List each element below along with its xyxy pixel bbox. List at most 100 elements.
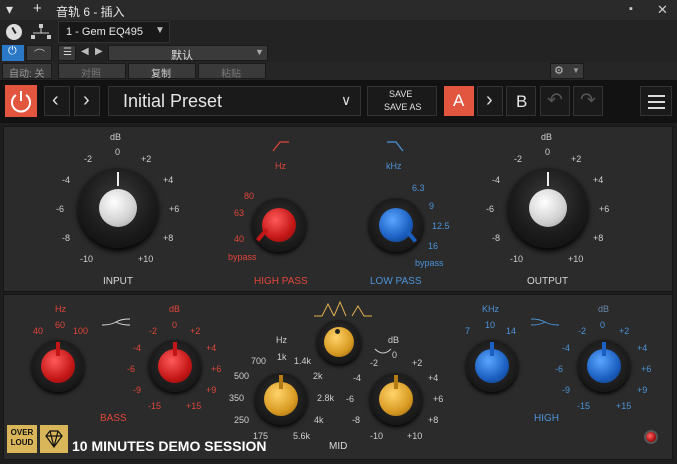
output-label: OUTPUT bbox=[527, 276, 569, 287]
highpass-knob-cap bbox=[262, 208, 296, 242]
lowpass-unit: kHz bbox=[386, 161, 402, 171]
copy-button[interactable]: 复制 bbox=[128, 63, 196, 80]
host-track-bar: 1 - Gem EQ495 ▼ bbox=[0, 20, 677, 44]
high-freq-unit: KHz bbox=[482, 304, 500, 314]
plus-icon[interactable]: + bbox=[33, 0, 42, 17]
demo-session-text: 10 MINUTES DEMO SESSION bbox=[72, 438, 267, 454]
output-knob-pointer bbox=[547, 172, 549, 186]
lowpass-knob[interactable] bbox=[369, 198, 423, 252]
high-gain-unit: dB bbox=[598, 304, 610, 314]
close-icon[interactable]: ✕ bbox=[657, 2, 668, 18]
gem-logo-icon bbox=[40, 425, 68, 453]
chevron-left-icon: ‹ bbox=[52, 89, 59, 111]
undo-icon: ↶ bbox=[547, 90, 563, 111]
mid-label: MID bbox=[329, 441, 348, 452]
mid-q-knob[interactable] bbox=[317, 320, 361, 364]
highpass-unit: Hz bbox=[275, 161, 286, 171]
output-knob[interactable] bbox=[508, 168, 588, 248]
host-preset-bar: ⏻ ⌒ ☰ ◀ ▶ 默认 ▼ bbox=[0, 44, 677, 62]
highpass-curve-icon bbox=[272, 141, 289, 152]
plugin-power-button[interactable] bbox=[5, 85, 37, 117]
mid-freq-unit: Hz bbox=[276, 335, 287, 345]
preset-next-button[interactable]: › bbox=[74, 86, 100, 116]
plugin-menu-button[interactable] bbox=[640, 86, 672, 116]
ab-b-button[interactable]: B bbox=[506, 86, 536, 116]
next-preset-arrow[interactable]: ▶ bbox=[95, 46, 103, 57]
power-button[interactable]: ⏻ bbox=[2, 45, 24, 61]
gear-icon: ⚙ bbox=[554, 65, 564, 77]
plugin-toolbar: ‹ › Initial Preset ∨ SAVE SAVE AS A › B … bbox=[0, 81, 677, 123]
ab-a-button[interactable]: A bbox=[444, 86, 474, 116]
auto-button[interactable]: 自动: 关 bbox=[2, 63, 52, 80]
high-gain-knob-pointer bbox=[602, 342, 606, 356]
overloud-logo: OVER LOUD bbox=[7, 425, 37, 453]
high-label: HIGH bbox=[534, 413, 559, 424]
preset-name-box[interactable]: Initial Preset ∨ bbox=[108, 86, 361, 116]
status-led bbox=[644, 430, 658, 444]
power-icon bbox=[11, 91, 31, 113]
redo-icon: ↷ bbox=[580, 90, 596, 111]
high-freq-knob[interactable] bbox=[466, 340, 518, 392]
insert-icon[interactable] bbox=[6, 24, 22, 40]
preset-selector[interactable]: 默认 ▼ bbox=[108, 45, 268, 62]
bass-label: BASS bbox=[100, 413, 127, 424]
chevron-down-icon: ▼ bbox=[572, 66, 580, 75]
lowpass-curve-icon bbox=[387, 141, 404, 152]
bypass-button[interactable]: ⌒ bbox=[26, 45, 52, 61]
input-knob-cap bbox=[99, 189, 137, 227]
preset-list-button[interactable]: ☰ bbox=[58, 45, 76, 61]
high-gain-knob[interactable] bbox=[578, 340, 630, 392]
ab-copy-button[interactable]: › bbox=[477, 86, 503, 116]
highpass-label: HIGH PASS bbox=[254, 276, 308, 287]
bass-gain-knob[interactable] bbox=[149, 340, 201, 392]
chevron-down-icon: ▼ bbox=[155, 25, 165, 36]
input-knob[interactable] bbox=[78, 168, 158, 248]
output-unit: dB bbox=[541, 132, 553, 142]
save-button[interactable]: SAVE bbox=[389, 89, 412, 99]
lowpass-label: LOW PASS bbox=[370, 276, 422, 287]
mid-freq-knob-pointer bbox=[279, 375, 283, 389]
bass-gain-knob-pointer bbox=[173, 342, 177, 356]
mid-freq-knob[interactable] bbox=[255, 373, 307, 425]
mid-bandwidth-icon bbox=[314, 300, 372, 317]
chevron-down-icon: ▼ bbox=[255, 47, 264, 57]
input-knob-pointer bbox=[117, 172, 119, 186]
mid-gain-unit: dB bbox=[388, 335, 400, 345]
paste-button[interactable]: 粘贴 bbox=[198, 63, 266, 80]
redo-button[interactable]: ↷ bbox=[573, 86, 603, 116]
settings-button[interactable]: ⚙ ▼ bbox=[550, 63, 584, 79]
lowpass-knob-cap bbox=[379, 208, 413, 242]
pin-icon[interactable]: ▪ bbox=[629, 3, 633, 15]
mid-gain-knob-pointer bbox=[394, 375, 398, 389]
highpass-knob[interactable] bbox=[252, 198, 306, 252]
save-as-button[interactable]: SAVE AS bbox=[384, 102, 421, 112]
arc-icon: ⌒ bbox=[34, 49, 45, 61]
bass-shelf-icon bbox=[101, 318, 131, 326]
mid-gain-knob[interactable] bbox=[370, 373, 422, 425]
preset-prev-button[interactable]: ‹ bbox=[44, 86, 70, 116]
high-freq-knob-pointer bbox=[490, 342, 494, 356]
input-unit: dB bbox=[110, 132, 122, 142]
list-icon: ☰ bbox=[63, 47, 72, 58]
prev-preset-arrow[interactable]: ◀ bbox=[81, 46, 89, 57]
host-compare-bar: 自动: 关 对照 复制 粘贴 ⚙ ▼ bbox=[0, 62, 677, 81]
bass-freq-unit: Hz bbox=[55, 304, 66, 314]
bass-gain-unit: dB bbox=[169, 304, 181, 314]
track-selector[interactable]: 1 - Gem EQ495 ▼ bbox=[58, 21, 170, 43]
mid-peak-icon bbox=[374, 348, 392, 354]
bass-freq-knob-pointer bbox=[56, 342, 60, 356]
save-group: SAVE SAVE AS bbox=[367, 86, 437, 116]
chevron-right-icon: › bbox=[486, 89, 493, 111]
chevron-down-icon: ∨ bbox=[341, 92, 352, 108]
compare-button[interactable]: 对照 bbox=[58, 63, 126, 80]
input-label: INPUT bbox=[103, 276, 133, 287]
chevron-right-icon: › bbox=[83, 89, 90, 111]
undo-button[interactable]: ↶ bbox=[540, 86, 570, 116]
menu-icon[interactable]: ▾ bbox=[6, 1, 13, 18]
output-knob-cap bbox=[529, 189, 567, 227]
mid-q-knob-dot bbox=[335, 329, 340, 334]
host-title-bar: ▾ + 音轨 6 - 插入 ▪ ✕ bbox=[0, 0, 677, 21]
routing-icon[interactable] bbox=[30, 23, 52, 41]
bass-freq-knob[interactable] bbox=[32, 340, 84, 392]
high-shelf-icon bbox=[530, 318, 560, 326]
